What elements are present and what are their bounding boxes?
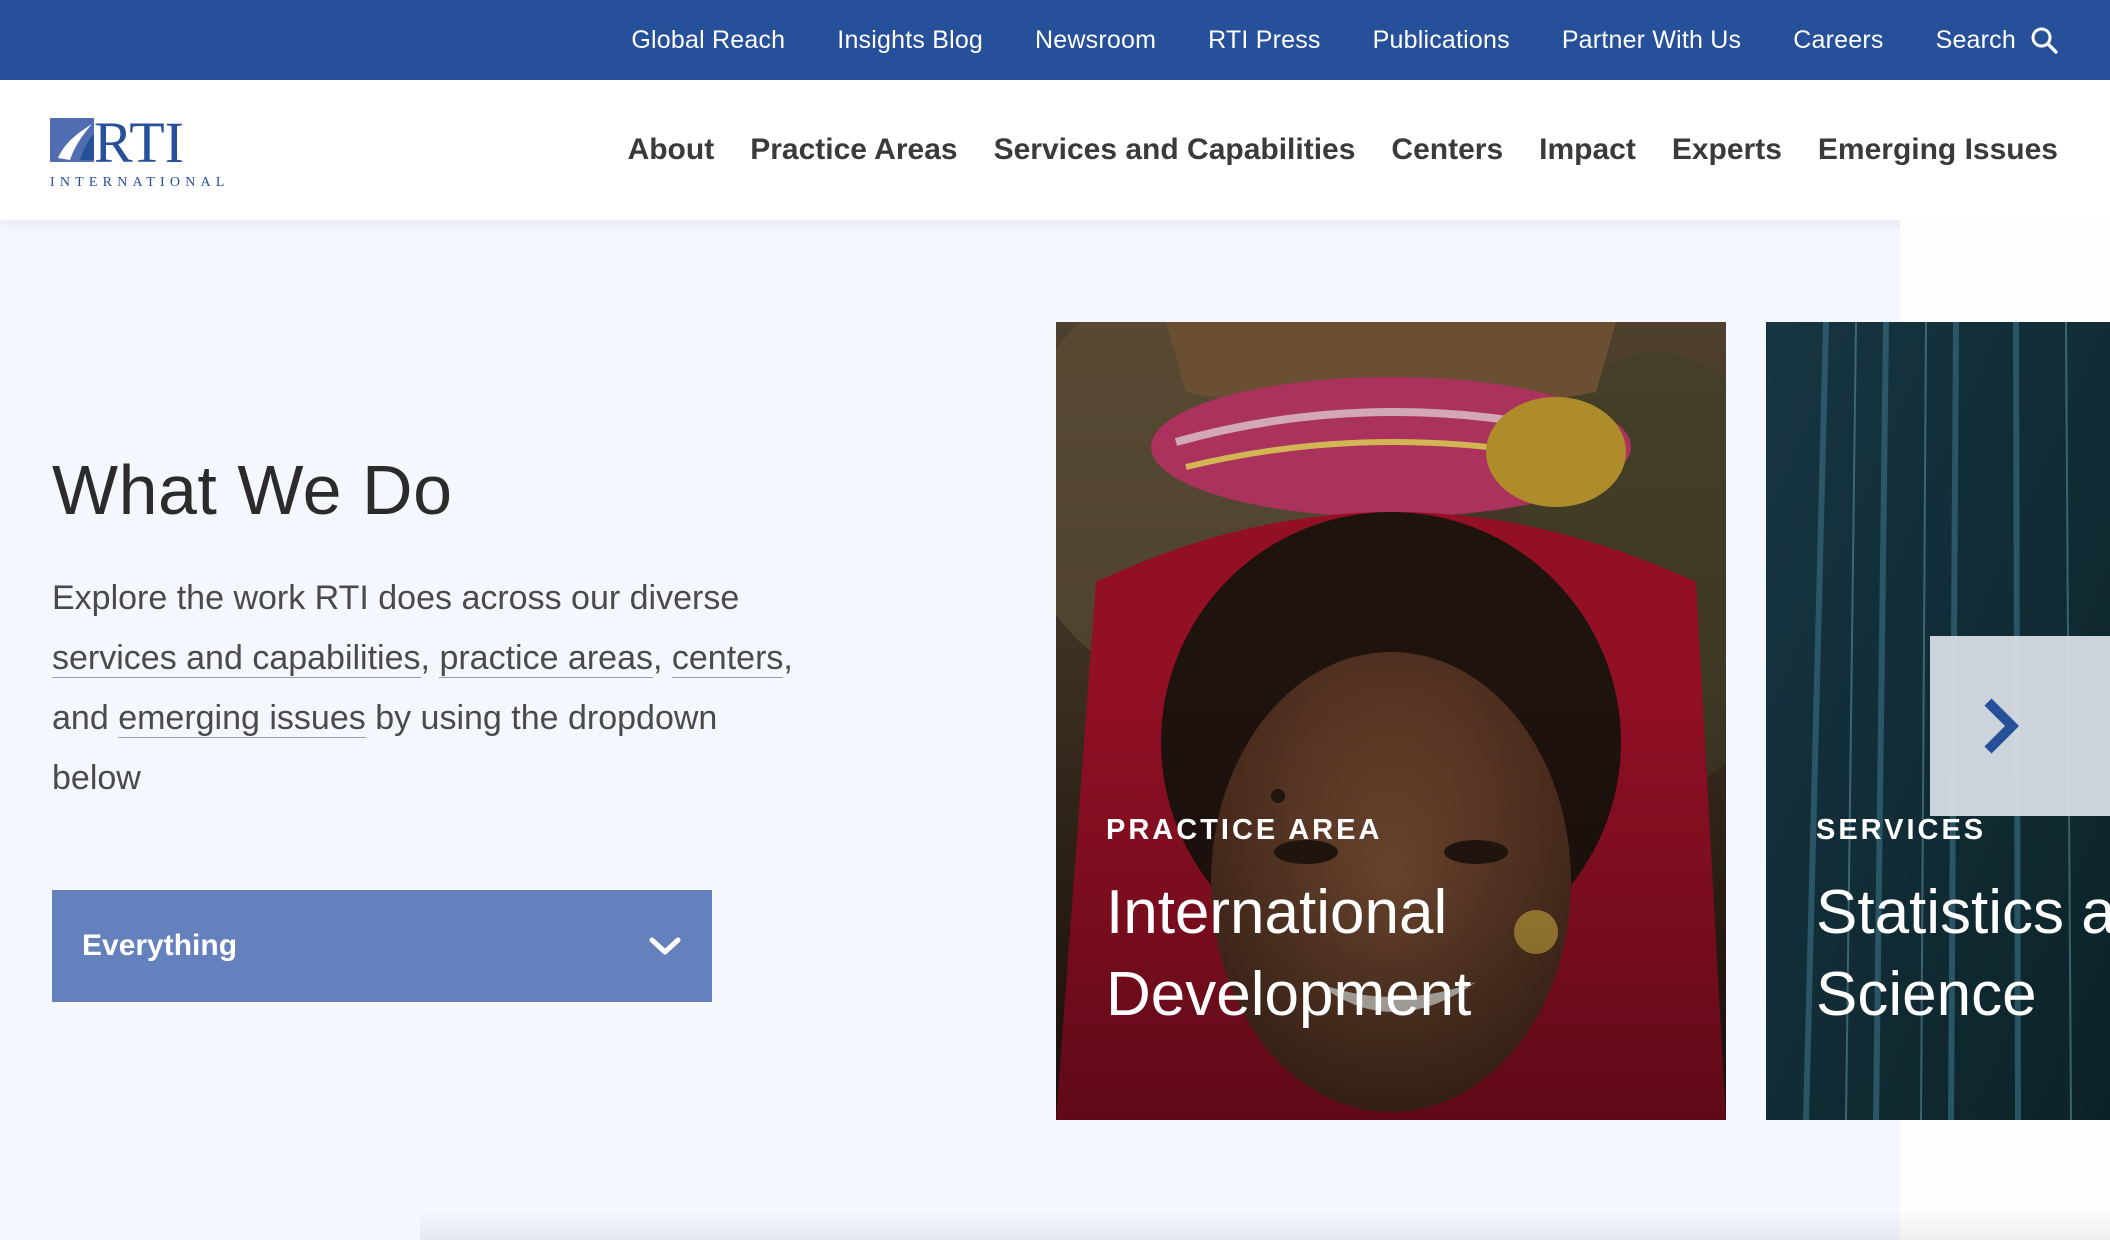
card-title: Statistics a Science	[1816, 872, 2110, 1036]
intro-separator: ,	[420, 639, 430, 677]
intro-text: Explore the work RTI does across our div…	[52, 579, 740, 617]
utility-link-partner-with-us[interactable]: Partner With Us	[1562, 26, 1741, 55]
card-international-development[interactable]: PRACTICE AREA International Development	[1056, 322, 1726, 1120]
what-we-do-intro: What We Do Explore the work RTI does acr…	[52, 450, 812, 808]
link-practice-areas[interactable]: practice areas	[439, 639, 653, 678]
main-header: RTI INTERNATIONAL About Practice Areas S…	[0, 80, 2110, 220]
rti-logo[interactable]: RTI INTERNATIONAL	[50, 110, 240, 190]
card-title-line: International	[1106, 878, 1448, 947]
utility-link-careers[interactable]: Careers	[1793, 26, 1883, 55]
card-eyebrow: SERVICES	[1816, 814, 1987, 846]
chevron-right-icon	[1984, 698, 2020, 754]
dropdown-selected-value: Everything	[82, 929, 238, 962]
card-title-line: Development	[1106, 960, 1472, 1029]
filter-dropdown[interactable]: Everything	[52, 890, 712, 1002]
card-title-line: Science	[1816, 960, 2037, 1029]
utility-link-rti-press[interactable]: RTI Press	[1208, 26, 1320, 55]
utility-link-newsroom[interactable]: Newsroom	[1035, 26, 1156, 55]
utility-bar: Global Reach Insights Blog Newsroom RTI …	[0, 0, 2110, 80]
nav-practice-areas[interactable]: Practice Areas	[750, 133, 957, 167]
search-label: Search	[1935, 25, 2016, 54]
page-title: What We Do	[52, 451, 453, 529]
svg-text:INTERNATIONAL: INTERNATIONAL	[50, 175, 230, 190]
intro-paragraph: Explore the work RTI does across our div…	[52, 568, 812, 808]
nav-about[interactable]: About	[628, 133, 715, 167]
nav-services-capabilities[interactable]: Services and Capabilities	[994, 133, 1356, 167]
chevron-down-icon	[649, 937, 681, 955]
search-button[interactable]: Search	[1936, 26, 2058, 55]
nav-emerging-issues[interactable]: Emerging Issues	[1818, 133, 2058, 167]
card-eyebrow: PRACTICE AREA	[1106, 814, 1383, 846]
link-emerging-issues[interactable]: emerging issues	[118, 699, 366, 738]
search-icon	[2031, 27, 2058, 54]
svg-text:RTI: RTI	[94, 114, 184, 175]
intro-separator: ,	[652, 639, 663, 677]
utility-link-publications[interactable]: Publications	[1373, 26, 1510, 55]
nav-centers[interactable]: Centers	[1391, 133, 1503, 167]
bottom-panel-shadow	[420, 1210, 2110, 1240]
card-title-line: Statistics a	[1816, 878, 2110, 947]
rti-logo-mark: RTI INTERNATIONAL	[50, 110, 230, 190]
carousel-next-button[interactable]	[1930, 636, 2110, 816]
nav-impact[interactable]: Impact	[1539, 133, 1636, 167]
utility-link-insights-blog[interactable]: Insights Blog	[837, 26, 983, 55]
utility-link-global-reach[interactable]: Global Reach	[631, 26, 785, 55]
main-nav: About Practice Areas Services and Capabi…	[592, 80, 2058, 220]
nav-experts[interactable]: Experts	[1672, 133, 1782, 167]
link-centers[interactable]: centers	[671, 639, 784, 678]
card-title: International Development	[1106, 872, 1471, 1036]
link-services-capabilities[interactable]: services and capabilities	[52, 639, 421, 678]
